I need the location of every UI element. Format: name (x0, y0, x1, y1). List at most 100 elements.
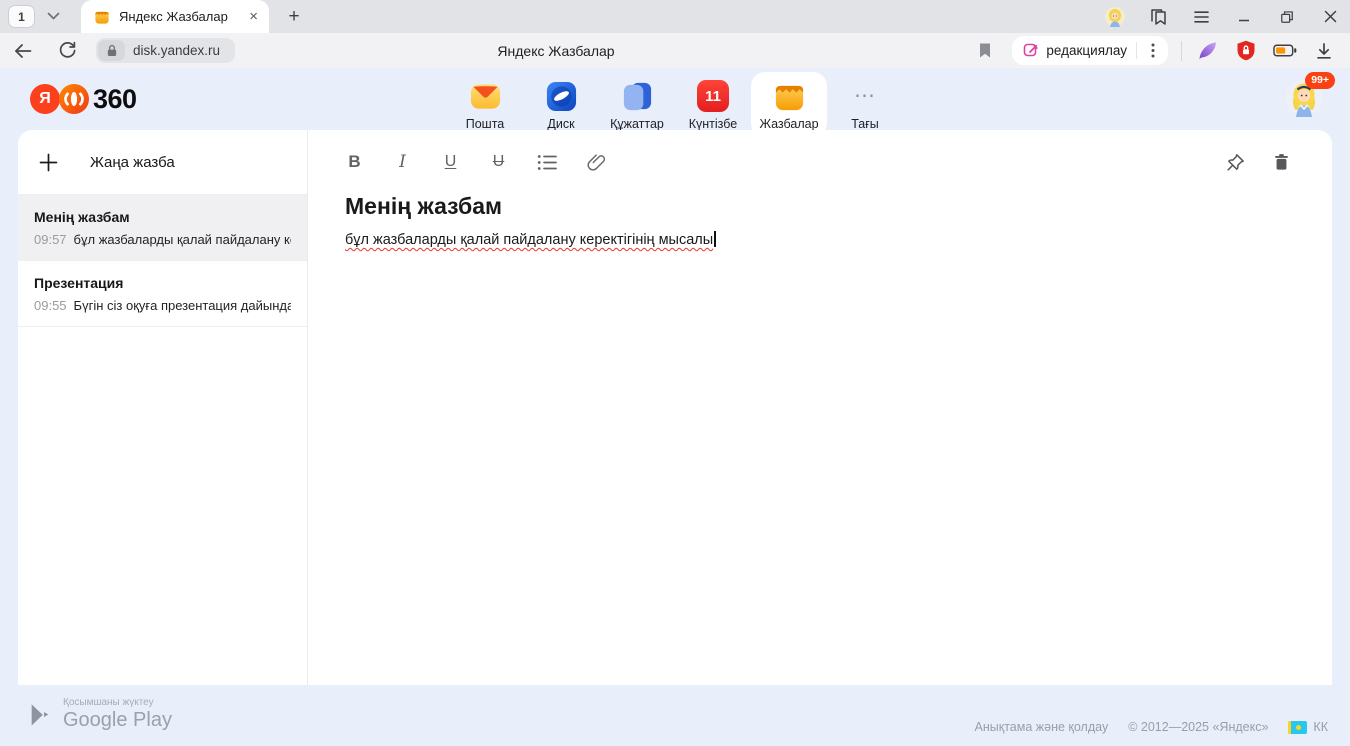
address-bar[interactable]: disk.yandex.ru (96, 38, 235, 63)
browser-tab-strip: 1 Яндекс Жазбалар × + (0, 0, 1350, 33)
window-restore-button[interactable] (1277, 5, 1297, 29)
bookmark-page-button[interactable] (972, 37, 998, 65)
text-caret (714, 231, 716, 247)
edit-mode-button[interactable]: редакциялау (1012, 36, 1168, 65)
services-nav: Пошта Диск Құжаттар (447, 72, 903, 137)
kebab-menu-icon (1151, 43, 1155, 58)
bold-button[interactable]: B (345, 152, 364, 172)
google-play-caption: Қосымшаны жүктеу (63, 697, 172, 708)
new-tab-button[interactable]: + (280, 4, 308, 30)
google-play-icon (28, 702, 52, 727)
back-button[interactable] (10, 37, 36, 65)
tab-title: Яндекс Жазбалар (119, 9, 238, 24)
page-footer: Қосымшаны жүктеу Google Play Анықтама жә… (0, 685, 1350, 746)
shield-lock-icon (1236, 40, 1256, 61)
notes-icon (772, 79, 806, 113)
y360-aperture-icon (59, 84, 89, 114)
nav-label-notes: Жазбалар (759, 117, 818, 131)
yandex360-logo[interactable]: Я 360 (30, 84, 137, 115)
notes-sidebar: Жаңа жазба Менің жазбам 09:57 бұл жазбал… (18, 130, 308, 685)
browser-menu-button[interactable] (1191, 5, 1211, 29)
new-note-button[interactable]: Жаңа жазба (18, 130, 307, 195)
site-security-chip[interactable] (98, 40, 125, 61)
nav-item-documents[interactable]: Құжаттар (599, 72, 675, 137)
tab-close-button[interactable]: × (247, 9, 260, 24)
documents-icon (620, 79, 654, 113)
disk-icon (544, 79, 578, 113)
browser-tab[interactable]: Яндекс Жазбалар × (81, 0, 269, 33)
underline-button[interactable]: U (441, 153, 460, 171)
note-list-item[interactable]: Менің жазбам 09:57 бұл жазбаларды қалай … (18, 195, 307, 261)
paperclip-icon (587, 153, 605, 172)
window-minimize-button[interactable] (1234, 5, 1254, 29)
pin-note-button[interactable] (1226, 153, 1245, 172)
google-play-link[interactable]: Қосымшаны жүктеу Google Play (28, 697, 172, 732)
yandex360-header: Я 360 Пошта (0, 68, 1350, 130)
language-switcher[interactable]: КК (1288, 720, 1328, 734)
user-avatar[interactable]: 99+ (1285, 79, 1323, 117)
lock-icon (106, 44, 118, 57)
nav-label-mail: Пошта (466, 117, 505, 131)
restore-window-icon (1280, 10, 1294, 24)
chevron-down-icon (47, 12, 60, 21)
nav-label-calendar: Күнтізбе (689, 117, 738, 131)
downloads-button[interactable] (1312, 37, 1336, 65)
tab-list-chevron-button[interactable] (40, 5, 66, 28)
notes-app-card: Жаңа жазба Менің жазбам 09:57 бұл жазбал… (18, 130, 1332, 685)
toolbar-divider (1181, 41, 1182, 61)
nav-label-disk: Диск (547, 117, 574, 131)
nav-item-more[interactable]: ⋯ Тағы (827, 72, 903, 137)
bullet-list-button[interactable] (537, 154, 557, 171)
edit-mode-label: редакциялау (1046, 43, 1127, 58)
tab-counter-button[interactable]: 1 (8, 5, 35, 28)
bookmark-icon (978, 42, 992, 59)
edit-pencil-icon (1023, 43, 1039, 59)
kazakhstan-flag-icon (1288, 721, 1307, 734)
note-editor: B I U U (308, 130, 1332, 685)
browser-toolbar: disk.yandex.ru Яндекс Жазбалар редакциял… (0, 33, 1350, 68)
pill-divider (1136, 42, 1137, 59)
collections-button[interactable] (1148, 5, 1168, 29)
nav-item-calendar[interactable]: 11 Күнтізбе (675, 72, 751, 137)
trash-icon (1273, 153, 1290, 171)
copyright-text: © 2012—2025 «Яндекс» (1128, 720, 1268, 734)
logo-360-text: 360 (93, 84, 137, 115)
note-title-field[interactable]: Менің жазбам (345, 193, 1296, 220)
feather-pen-icon (1197, 40, 1218, 61)
protect-security-button[interactable] (1234, 37, 1258, 65)
note-body-field[interactable]: бұл жазбаларды қалай пайдалану керектігі… (345, 231, 1296, 248)
nav-item-notes[interactable]: Жазбалар (751, 72, 827, 137)
delete-note-button[interactable] (1272, 153, 1291, 171)
editor-toolbar: B I U U (345, 147, 1296, 177)
nav-item-disk[interactable]: Диск (523, 72, 599, 137)
note-item-time: 09:55 (34, 298, 67, 313)
language-code: КК (1313, 720, 1328, 734)
battery-saver-button[interactable] (1273, 37, 1297, 65)
yandex-logo-icon: Я (30, 84, 60, 114)
note-list-item[interactable]: Презентация 09:55 Бүгін сіз оқуға презен… (18, 261, 307, 327)
profile-avatar-icon (1105, 7, 1125, 27)
close-icon (1324, 10, 1337, 23)
reload-button[interactable] (54, 37, 80, 65)
plus-icon (38, 152, 59, 173)
window-close-button[interactable] (1320, 5, 1340, 29)
note-item-title: Менің жазбам (34, 209, 291, 225)
minimize-icon (1238, 11, 1250, 23)
note-item-preview: Бүгін сіз оқуға презентация дайында... (74, 298, 291, 313)
note-item-time: 09:57 (34, 232, 67, 247)
reload-icon (58, 41, 77, 60)
help-support-link[interactable]: Анықтама және қолдау (975, 720, 1109, 734)
nav-item-mail[interactable]: Пошта (447, 72, 523, 137)
italic-button[interactable]: I (393, 152, 412, 172)
lightpen-extension-button[interactable] (1195, 37, 1219, 65)
strikethrough-button[interactable]: U (489, 153, 508, 171)
browser-profile-avatar[interactable] (1105, 5, 1125, 29)
note-item-title: Презентация (34, 275, 291, 291)
new-note-label: Жаңа жазба (90, 154, 175, 171)
more-options-button[interactable] (1140, 37, 1166, 64)
note-item-preview: бұл жазбаларды қалай пайдалану ке... (74, 232, 291, 247)
attach-file-button[interactable] (586, 153, 605, 172)
bookmarks-collections-icon (1149, 8, 1168, 26)
pin-icon (1226, 153, 1245, 172)
url-text: disk.yandex.ru (125, 43, 233, 58)
